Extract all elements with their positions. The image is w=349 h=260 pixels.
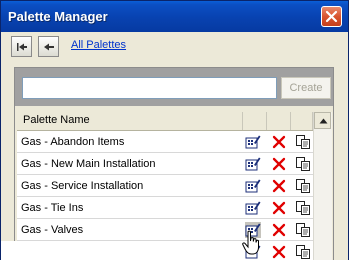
copy-icon[interactable]: [295, 200, 311, 216]
clipped-region: [1, 241, 231, 260]
palette-table: Palette Name Gas - Abandon Items Gas - N…: [17, 112, 332, 260]
palette-name-input[interactable]: [22, 77, 277, 99]
triangle-up-icon: [319, 118, 328, 124]
vertical-scrollbar[interactable]: [313, 112, 332, 260]
palette-manager-window: Palette Manager All Palettes Create Pale…: [0, 0, 349, 260]
copy-icon[interactable]: [295, 156, 311, 172]
title-bar[interactable]: Palette Manager: [1, 1, 348, 32]
close-icon: [325, 10, 338, 23]
table-row[interactable]: Gas - Abandon Items: [17, 131, 313, 153]
header-palette-name[interactable]: Palette Name: [17, 112, 243, 130]
table-row[interactable]: Gas - Valves: [17, 219, 313, 241]
navigation-bar: All Palettes: [1, 32, 348, 64]
delete-icon[interactable]: [271, 134, 287, 150]
palette-name: Gas - Abandon Items: [21, 136, 125, 148]
search-area: Create: [15, 68, 333, 106]
copy-icon[interactable]: [295, 222, 311, 238]
edit-icon[interactable]: [245, 200, 261, 216]
table-row[interactable]: Gas - New Main Installation: [17, 153, 313, 175]
palette-name: Gas - Service Installation: [21, 180, 144, 192]
create-button[interactable]: Create: [281, 77, 331, 99]
delete-icon[interactable]: [271, 178, 287, 194]
copy-icon[interactable]: [295, 178, 311, 194]
copy-icon[interactable]: [295, 244, 311, 260]
palette-name: Gas - New Main Installation: [21, 158, 156, 170]
hand-cursor-icon: [242, 230, 259, 255]
copy-icon[interactable]: [295, 134, 311, 150]
first-button[interactable]: [11, 36, 32, 57]
palette-name: Gas - Valves: [21, 224, 84, 236]
delete-icon[interactable]: [271, 222, 287, 238]
edit-icon[interactable]: [245, 156, 261, 172]
header-label: Palette Name: [23, 114, 90, 126]
arrow-first-icon: [17, 43, 27, 51]
palette-name: Gas - Tie Ins: [21, 202, 84, 214]
header-copy-column: [291, 112, 313, 130]
close-button[interactable]: [321, 6, 342, 27]
window-title: Palette Manager: [8, 9, 108, 24]
edit-icon[interactable]: [245, 178, 261, 194]
edit-icon[interactable]: [245, 134, 261, 150]
all-palettes-link[interactable]: All Palettes: [71, 39, 126, 51]
table-row[interactable]: Gas - Tie Ins: [17, 197, 313, 219]
delete-icon[interactable]: [271, 200, 287, 216]
palette-list-panel: Create Palette Name Gas - Abandon Items: [14, 67, 334, 260]
arrow-back-icon: [44, 43, 54, 51]
table-header: Palette Name: [17, 112, 331, 131]
header-edit-column: [243, 112, 267, 130]
delete-icon[interactable]: [271, 244, 287, 260]
header-delete-column: [267, 112, 291, 130]
table-row[interactable]: Gas - Service Installation: [17, 175, 313, 197]
scroll-up-button[interactable]: [314, 112, 331, 129]
back-button[interactable]: [38, 36, 59, 57]
delete-icon[interactable]: [271, 156, 287, 172]
